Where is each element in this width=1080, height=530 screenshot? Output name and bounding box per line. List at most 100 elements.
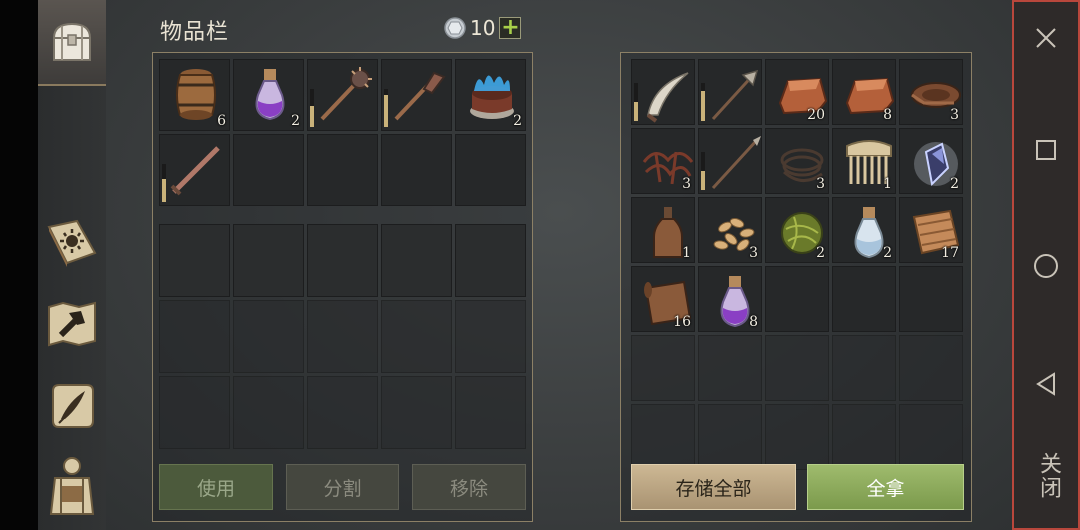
back-button[interactable] xyxy=(1014,364,1078,404)
item-slot[interactable] xyxy=(698,128,762,194)
item-slot[interactable]: 1 xyxy=(631,197,695,263)
hammer-map-icon xyxy=(48,301,96,347)
item-quantity: 16 xyxy=(673,314,691,330)
empty-slot[interactable] xyxy=(159,224,230,297)
item-slot[interactable]: 2 xyxy=(765,197,829,263)
recent-apps-button[interactable] xyxy=(1014,130,1078,170)
item-quantity: 2 xyxy=(950,176,959,192)
item-slot[interactable]: 16 xyxy=(631,266,695,332)
storage-slot[interactable] xyxy=(832,335,896,401)
empty-slot[interactable] xyxy=(307,224,378,297)
item-slot[interactable] xyxy=(698,59,762,125)
tab-skills-book[interactable] xyxy=(42,212,102,272)
empty-slot[interactable] xyxy=(233,224,304,297)
storage-slot[interactable] xyxy=(631,404,695,470)
item-quantity: 3 xyxy=(682,176,691,192)
durability-bar xyxy=(162,164,166,202)
locked-slot xyxy=(159,300,230,373)
spiked-mace-icon xyxy=(320,67,372,121)
item-quantity: 6 xyxy=(217,113,226,129)
empty-slot[interactable] xyxy=(832,266,896,332)
item-slot[interactable] xyxy=(631,59,695,125)
tab-crafting-map[interactable] xyxy=(42,294,102,354)
item-slot[interactable]: 3 xyxy=(631,128,695,194)
empty-slot[interactable] xyxy=(233,134,304,206)
empty-slot[interactable] xyxy=(381,224,452,297)
item-slot[interactable] xyxy=(381,59,452,131)
empty-slot[interactable] xyxy=(899,266,963,332)
inventory-grid: 6 2 2 xyxy=(159,59,526,206)
tab-quests-scroll[interactable] xyxy=(42,376,102,436)
durability-bar xyxy=(384,89,388,127)
chest-icon xyxy=(52,22,92,61)
item-slot[interactable]: 17 xyxy=(899,197,963,263)
storage-slot[interactable] xyxy=(698,404,762,470)
item-slot[interactable]: 6 xyxy=(159,59,230,131)
item-slot[interactable]: 3 xyxy=(698,197,762,263)
item-slot[interactable]: 1 xyxy=(832,128,896,194)
tab-inventory-chest[interactable] xyxy=(38,0,106,86)
storage-slot[interactable] xyxy=(765,404,829,470)
remove-button[interactable]: 移除 xyxy=(412,464,526,510)
close-x-button[interactable] xyxy=(1014,18,1078,58)
item-slot[interactable]: 8 xyxy=(832,59,896,125)
empty-slot[interactable] xyxy=(455,224,526,297)
empty-slot[interactable] xyxy=(765,266,829,332)
scimitar-icon xyxy=(646,72,689,123)
empty-slot[interactable] xyxy=(307,134,378,206)
item-slot[interactable]: 2 xyxy=(832,197,896,263)
item-quantity: 2 xyxy=(816,245,825,261)
left-edge xyxy=(0,0,38,530)
item-slot[interactable]: 2 xyxy=(899,128,963,194)
item-slot[interactable] xyxy=(159,134,230,206)
storage-slot[interactable] xyxy=(765,335,829,401)
close-label-button[interactable]: 关闭 xyxy=(1028,452,1064,500)
item-quantity: 17 xyxy=(941,245,959,261)
item-quantity: 1 xyxy=(883,176,892,192)
item-slot[interactable]: 3 xyxy=(899,59,963,125)
empty-slot[interactable] xyxy=(455,134,526,206)
split-button[interactable]: 分割 xyxy=(286,464,399,510)
tab-character-backpack[interactable] xyxy=(42,457,102,518)
locked-slot xyxy=(307,376,378,449)
item-quantity: 20 xyxy=(807,107,825,123)
category-sidebar xyxy=(38,0,107,530)
item-quantity: 1 xyxy=(682,245,691,261)
locked-slot xyxy=(381,300,452,373)
item-quantity: 2 xyxy=(513,113,522,129)
take-all-button[interactable]: 全拿 xyxy=(807,464,964,510)
durability-bar xyxy=(701,152,705,190)
storage-extra-grid xyxy=(631,335,963,470)
storage-grid: 20 8 3 3 3 1 2 1 3 2 2 17 16 8 xyxy=(631,59,963,332)
item-slot[interactable]: 2 xyxy=(455,59,526,131)
item-quantity: 8 xyxy=(883,107,892,123)
home-button[interactable] xyxy=(1014,246,1078,286)
storage-slot[interactable] xyxy=(899,404,963,470)
storage-slot[interactable] xyxy=(899,335,963,401)
currency-amount: 10 xyxy=(470,16,496,40)
item-quantity: 2 xyxy=(883,245,892,261)
store-all-button[interactable]: 存储全部 xyxy=(631,464,796,510)
add-currency-button[interactable]: + xyxy=(499,17,522,39)
item-quantity: 2 xyxy=(291,113,300,129)
item-quantity: 3 xyxy=(749,245,758,261)
inventory-extra-grid xyxy=(159,224,526,449)
empty-slot[interactable] xyxy=(381,134,452,206)
storage-slot[interactable] xyxy=(698,335,762,401)
item-slot[interactable]: 20 xyxy=(765,59,829,125)
storage-slot[interactable] xyxy=(631,335,695,401)
item-quantity: 8 xyxy=(749,314,758,330)
character-backpack-icon xyxy=(49,457,95,515)
durability-bar xyxy=(701,83,705,121)
locked-slot xyxy=(233,376,304,449)
sword-icon xyxy=(170,146,220,196)
item-slot[interactable]: 2 xyxy=(233,59,304,131)
item-slot[interactable] xyxy=(307,59,378,131)
item-slot[interactable]: 3 xyxy=(765,128,829,194)
spiked-club-icon xyxy=(394,71,446,121)
quill-scroll-icon xyxy=(52,384,94,428)
storage-slot[interactable] xyxy=(832,404,896,470)
locked-slot xyxy=(455,300,526,373)
use-button[interactable]: 使用 xyxy=(159,464,273,510)
item-slot[interactable]: 8 xyxy=(698,266,762,332)
